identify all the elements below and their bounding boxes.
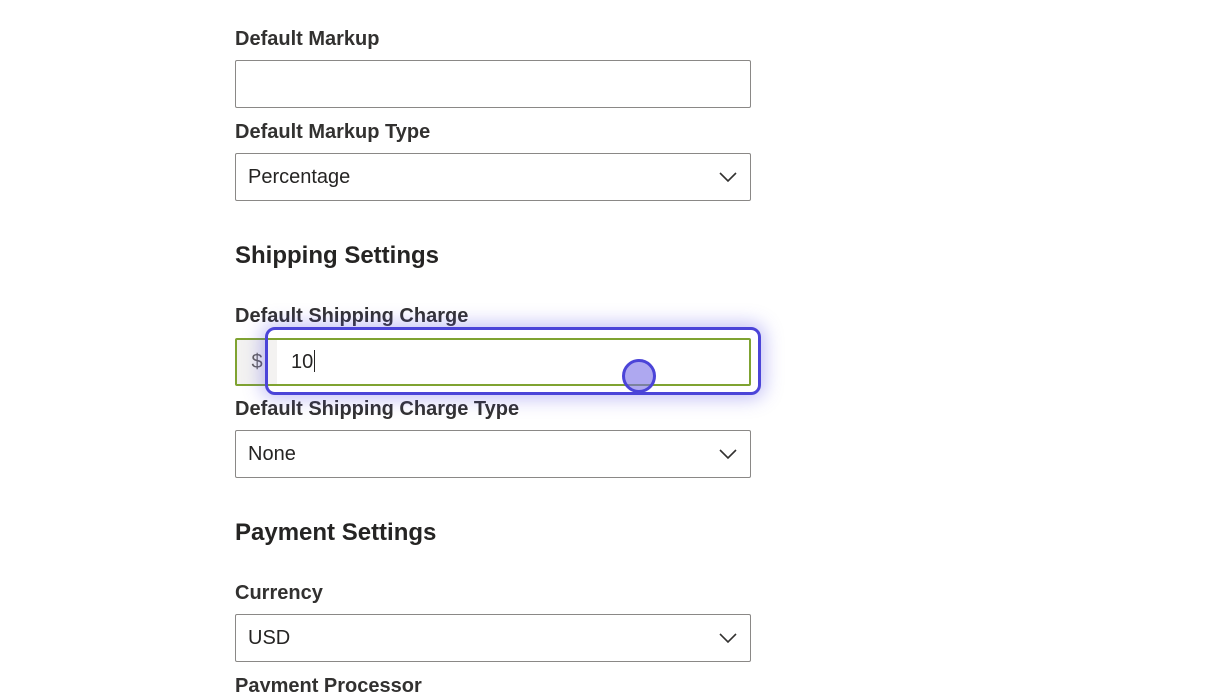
payment-settings-heading: Payment Settings — [235, 519, 437, 546]
default-shipping-charge-label: Default Shipping Charge — [235, 305, 469, 327]
default-markup-label: Default Markup — [235, 28, 380, 50]
default-shipping-charge-type-select[interactable]: None — [235, 430, 751, 478]
default-markup-field[interactable] — [235, 60, 751, 108]
currency-value: USD — [248, 627, 291, 649]
currency-select[interactable]: USD — [235, 614, 751, 662]
chevron-down-icon — [719, 449, 737, 460]
text-caret — [314, 350, 316, 373]
currency-label: Currency — [235, 582, 323, 604]
currency-prefix: $ — [237, 340, 277, 384]
default-shipping-charge-field[interactable]: $ 10 — [235, 338, 751, 386]
chevron-down-icon — [719, 633, 737, 644]
payment-processor-label: Payment Processor — [235, 675, 422, 692]
default-shipping-charge-type-label: Default Shipping Charge Type — [235, 398, 520, 420]
default-markup-type-select[interactable]: Percentage — [235, 153, 751, 201]
default-shipping-charge-type-value: None — [248, 443, 296, 465]
shipping-settings-heading: Shipping Settings — [235, 242, 439, 269]
chevron-down-icon — [719, 172, 737, 183]
default-markup-type-label: Default Markup Type — [235, 121, 431, 143]
default-shipping-charge-input[interactable]: 10 — [277, 340, 749, 384]
default-shipping-charge-value: 10 — [291, 351, 314, 373]
settings-form: Default Markup Default Markup Type Perce… — [0, 0, 1215, 692]
default-markup-input[interactable] — [236, 61, 750, 107]
default-markup-type-value: Percentage — [248, 166, 351, 188]
